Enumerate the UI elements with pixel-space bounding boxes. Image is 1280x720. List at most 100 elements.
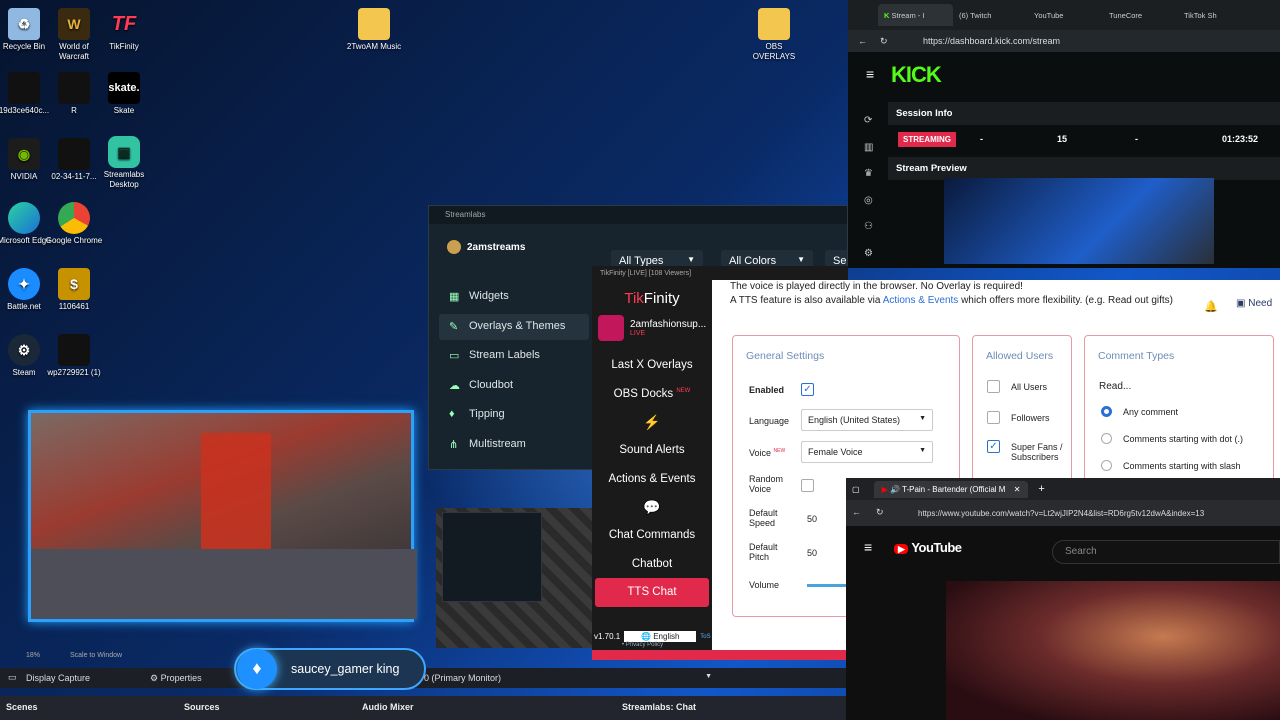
- sidebar-dashboard-icon[interactable]: ▥: [864, 135, 873, 162]
- menu-sound-alerts[interactable]: Sound Alerts: [592, 436, 712, 465]
- desktop-icon-obs-overlays[interactable]: OBS OVERLAYS: [744, 8, 804, 62]
- desktop-icon-file-wp[interactable]: wp2729921 (1): [44, 334, 104, 378]
- lightning-icon: ⚡: [643, 414, 661, 430]
- chevron-down-icon: ▼: [687, 255, 695, 264]
- enabled-checkbox[interactable]: ✓: [801, 383, 814, 396]
- sources-dock[interactable]: Sources: [184, 702, 220, 712]
- tab-youtube[interactable]: YouTube: [1028, 11, 1103, 20]
- nav-cloudbot[interactable]: ☁ Cloudbot: [439, 373, 589, 399]
- tikfinity-icon: TF: [111, 13, 137, 35]
- random-voice-checkbox[interactable]: [801, 479, 814, 492]
- menu-chatbot[interactable]: Chatbot: [592, 550, 712, 579]
- properties-button[interactable]: ⚙ Properties: [150, 673, 202, 684]
- any-comment-radio[interactable]: [1101, 406, 1112, 417]
- followers-checkbox[interactable]: [987, 411, 1000, 424]
- new-badge: NEW: [676, 387, 691, 394]
- back-icon[interactable]: ←: [852, 507, 861, 517]
- actions-events-link[interactable]: Actions & Events: [883, 295, 959, 306]
- close-icon[interactable]: ✕: [1014, 485, 1021, 494]
- menu-tts-chat[interactable]: TTS Chat: [595, 578, 709, 607]
- globe-icon: 🌐: [641, 632, 651, 641]
- nav-widgets[interactable]: ▦ Widgets: [439, 284, 589, 310]
- chat-icon: 💬: [643, 499, 661, 515]
- account-switcher[interactable]: 2amstreams: [447, 240, 525, 254]
- display-icon: ▭: [8, 672, 17, 682]
- slash-comment-radio[interactable]: [1101, 460, 1112, 471]
- volume-slider[interactable]: [807, 584, 847, 587]
- warcraft-icon: W: [58, 8, 90, 40]
- tab-twitch[interactable]: (6) Twitch: [953, 11, 1028, 20]
- desktop-icon-streamlabs[interactable]: ▣ Streamlabs Desktop: [94, 136, 154, 190]
- youtube-tabs: ▢ ▶ 🔊 T-Pain - Bartender (Official M ✕ +: [846, 478, 1280, 500]
- monitor-select[interactable]: 0 (Primary Monitor) ▼: [424, 673, 712, 683]
- tab-kick[interactable]: K Stream - I: [878, 4, 953, 26]
- youtube-play-icon: ▶: [894, 544, 909, 554]
- desktop-icon-2twoam-music[interactable]: 2TwoAM Music: [344, 8, 404, 52]
- youtube-address-bar[interactable]: ← ↻ https://www.youtube.com/watch?v=Lt2w…: [846, 500, 1280, 526]
- tab-tunecore[interactable]: TuneCore: [1103, 11, 1178, 20]
- privacy-link[interactable]: • Privacy Policy: [622, 642, 663, 648]
- obs-docks: Scenes Sources Audio Mixer Streamlabs: C…: [0, 696, 846, 720]
- tikfinity-user[interactable]: 2amfashionsup... LIVE: [592, 307, 712, 341]
- sidebar-stream-icon[interactable]: ⟳: [864, 108, 873, 135]
- battlenet-icon: ✦: [8, 268, 40, 300]
- menu-actions-events[interactable]: Actions & Events: [592, 465, 712, 494]
- all-users-checkbox[interactable]: [987, 380, 1000, 393]
- edge-icon: [8, 202, 40, 234]
- nav-multistream[interactable]: ⋔ Multistream: [439, 432, 589, 458]
- nav-overlays-themes[interactable]: ✎ Overlays & Themes: [439, 313, 589, 340]
- folder-icon: [758, 8, 790, 40]
- cloudbot-icon: ☁: [449, 379, 460, 392]
- nav-tipping[interactable]: ♦ Tipping: [439, 402, 589, 428]
- new-badge: NEW: [773, 448, 786, 454]
- status-badge: STREAMING: [898, 131, 956, 147]
- menu-icon[interactable]: ≡: [864, 539, 872, 555]
- sidebar-settings-icon[interactable]: ⚙: [864, 241, 873, 268]
- nested-screen-preview: [436, 508, 592, 648]
- chat-dock[interactable]: Streamlabs: Chat: [622, 702, 696, 712]
- audio-mixer-dock[interactable]: Audio Mixer: [362, 702, 414, 712]
- multistream-icon: ⋔: [449, 438, 459, 451]
- bell-icon[interactable]: 🔔: [1204, 300, 1218, 313]
- nav-stream-labels[interactable]: ▭ Stream Labels: [439, 343, 589, 369]
- gear-icon: ⚙: [150, 673, 159, 683]
- discord-button[interactable]: ▣ Need: [1236, 298, 1272, 309]
- avatar: [598, 315, 624, 341]
- steam-icon: ⚙: [8, 334, 40, 366]
- tab-tiktok[interactable]: TikTok Sh: [1178, 11, 1253, 20]
- speed-input[interactable]: 50: [807, 514, 817, 524]
- kick-logo[interactable]: KICK: [891, 62, 942, 88]
- menu-last-x-overlays[interactable]: Last X Overlays: [592, 351, 712, 380]
- reload-icon[interactable]: ↻: [876, 507, 884, 518]
- new-tab-icon[interactable]: +: [1038, 483, 1044, 495]
- desktop-icon-skate[interactable]: skate. Skate: [94, 72, 154, 116]
- file-icon: $: [58, 268, 90, 300]
- language-dropdown[interactable]: English (United States) ▼: [801, 409, 933, 431]
- file-icon: [8, 72, 40, 104]
- desktop-icon-chrome[interactable]: Google Chrome: [44, 202, 104, 246]
- sidebar-users-icon[interactable]: ⚇: [864, 214, 873, 241]
- language-select[interactable]: 🌐 English: [624, 631, 697, 642]
- menu-chat-commands[interactable]: Chat Commands: [592, 521, 712, 550]
- dot-comment-radio[interactable]: [1101, 433, 1112, 444]
- tab-youtube[interactable]: ▶ 🔊 T-Pain - Bartender (Official M ✕: [873, 480, 1029, 498]
- scenes-dock[interactable]: Scenes: [6, 702, 38, 712]
- voice-dropdown[interactable]: Female Voice ▼: [801, 441, 933, 463]
- sidebar-mod-icon[interactable]: ◎: [864, 188, 873, 215]
- tos-link[interactable]: ToS: [700, 634, 710, 640]
- desktop-icon-file-1106461[interactable]: $ 1106461: [44, 268, 104, 312]
- pitch-input[interactable]: 50: [807, 548, 817, 558]
- youtube-logo[interactable]: ▶ YouTube: [894, 540, 962, 555]
- desktop-icon-tikfinity[interactable]: TF TikFinity: [94, 8, 154, 52]
- label-icon: ▭: [449, 350, 460, 362]
- alert-text: saucey_gamer king: [291, 662, 400, 676]
- youtube-search-input[interactable]: Search: [1052, 540, 1280, 564]
- youtube-video-player[interactable]: [946, 581, 1280, 720]
- back-icon[interactable]: ←: [858, 36, 867, 46]
- address-bar[interactable]: ← ↻ https://dashboard.kick.com/stream: [848, 30, 1280, 52]
- tab-actions-icon[interactable]: ▢: [852, 485, 860, 494]
- sidebar-trophy-icon[interactable]: ♛: [864, 161, 873, 188]
- reload-icon[interactable]: ↻: [880, 36, 888, 47]
- menu-icon[interactable]: ≡: [866, 66, 874, 82]
- menu-obs-docks[interactable]: OBS Docks NEW: [592, 380, 712, 409]
